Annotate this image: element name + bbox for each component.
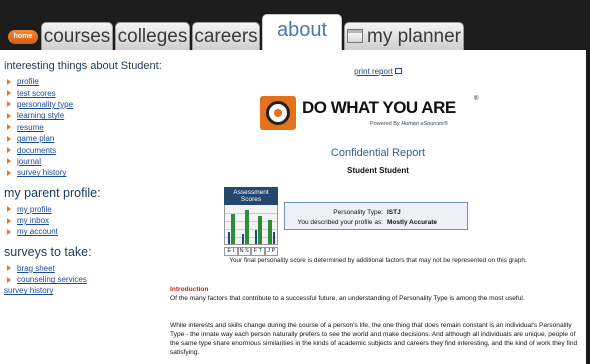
sidebar-link[interactable]: test scores <box>17 89 56 98</box>
sidebar-item-brag-sheet[interactable]: brag sheet <box>4 263 166 274</box>
sidebar-link[interactable]: profile <box>17 77 39 86</box>
introduction-paragraph-1: Of the many factors that contribute to a… <box>170 295 525 302</box>
profile-description-label: You described your profile as: <box>297 219 383 226</box>
profile-description-value: Mostly Accurate <box>387 219 437 226</box>
arrow-right-icon <box>7 135 11 142</box>
sidebar-link[interactable]: survey history <box>17 168 66 177</box>
arrow-right-icon <box>7 124 11 131</box>
pair-label: F T <box>251 247 265 256</box>
arrow-right-icon <box>7 169 11 176</box>
assessment-title: Assessment Scores <box>224 187 278 205</box>
assessment-bar <box>268 220 272 244</box>
sidebar-link[interactable]: my inbox <box>17 216 49 225</box>
tab-courses[interactable]: courses <box>41 22 113 50</box>
arrow-right-icon <box>7 112 11 119</box>
window-edge <box>586 50 590 364</box>
assessment-scores: Assessment Scores E I N S F T J P <box>224 187 278 256</box>
printer-icon[interactable] <box>394 68 402 74</box>
sidebar-section-title-parent: my parent profile: <box>4 185 101 200</box>
personality-type-value: ISTJ <box>387 209 401 216</box>
sidebar-section-title-surveys: surveys to take: <box>4 244 92 259</box>
sidebar-link[interactable]: brag sheet <box>17 264 55 273</box>
pair-label: E I <box>224 247 238 256</box>
tab-my-planner[interactable]: my planner <box>344 22 464 50</box>
pair-label: N S <box>237 247 251 256</box>
sidebar-item-counseling-services[interactable]: counseling services <box>4 274 166 285</box>
assessment-bar <box>228 232 230 244</box>
sidebar-link[interactable]: personality type <box>17 100 73 109</box>
sidebar-item-profile[interactable]: profile <box>4 76 166 87</box>
sidebar-link[interactable]: journal <box>17 157 41 166</box>
tab-about-me[interactable]: about me <box>262 14 342 71</box>
arrow-right-icon <box>7 206 11 213</box>
logo-registered: ® <box>474 96 479 102</box>
top-nav: home courses colleges careers about me m… <box>0 0 590 71</box>
assessment-bar <box>258 216 262 244</box>
assessment-bar <box>231 214 235 244</box>
print-report[interactable]: print report <box>170 67 586 76</box>
arrow-right-icon <box>7 217 11 224</box>
introduction-paragraph-2: While interests and skills change during… <box>170 322 578 356</box>
print-report-link[interactable]: print report <box>354 67 393 76</box>
sidebar-item-learning-style[interactable]: learning style <box>4 110 166 121</box>
arrow-right-icon <box>7 276 11 283</box>
sidebar-item-game-plan[interactable]: game plan <box>4 133 166 144</box>
assessment-bar <box>245 210 249 244</box>
assessment-bar <box>273 232 275 244</box>
assessment-bar <box>242 234 244 244</box>
arrow-right-icon <box>7 265 11 272</box>
assessment-letters: E I N S F T J P <box>224 247 278 256</box>
content-area: interesting things about Student: profil… <box>0 50 590 364</box>
personality-type-label: Personality Type: <box>333 209 383 216</box>
tab-my-planner-label: my planner <box>367 26 461 47</box>
sidebar-item-journal[interactable]: journal <box>4 156 166 167</box>
logo-text: DO WHAT YOU ARE <box>302 98 456 117</box>
sidebar-item-personality-type[interactable]: personality type <box>4 99 166 110</box>
assessment-chart <box>224 205 278 245</box>
sidebar-link[interactable]: resume <box>17 123 44 132</box>
sidebar-item-test-scores[interactable]: test scores <box>4 87 166 98</box>
do-what-you-are-logo: DO WHAT YOU ARE ® Powered By Human eSour… <box>260 94 490 134</box>
sidebar-item-documents[interactable]: documents <box>4 144 166 155</box>
sidebar-link[interactable]: learning style <box>17 111 64 120</box>
sidebar: interesting things about Student: profil… <box>4 60 166 295</box>
student-name: Student Student <box>347 166 409 175</box>
pair-label: J P <box>264 247 278 256</box>
sidebar-item-my-profile[interactable]: my profile <box>4 204 166 215</box>
tab-colleges[interactable]: colleges <box>115 22 190 50</box>
arrow-right-icon <box>7 228 11 235</box>
arrow-right-icon <box>7 158 11 165</box>
report-panel: print report DO WHAT YOU ARE ® Powered B… <box>170 50 586 364</box>
arrow-right-icon <box>7 147 11 154</box>
sidebar-item-survey-history[interactable]: survey history <box>4 167 166 178</box>
assessment-bar <box>255 230 257 244</box>
sidebar-item-resume[interactable]: resume <box>4 122 166 133</box>
logo-powered-by: Powered By Human eSources® <box>370 121 448 127</box>
sidebar-item-my-inbox[interactable]: my inbox <box>4 215 166 226</box>
home-button[interactable]: home <box>8 30 38 44</box>
sidebar-link[interactable]: counseling services <box>17 275 87 284</box>
sidebar-section-title-interesting: interesting things about Student: <box>4 60 162 72</box>
sidebar-link[interactable]: documents <box>17 146 56 155</box>
tab-careers[interactable]: careers <box>192 22 260 50</box>
arrow-right-icon <box>7 101 11 108</box>
final-score-note: Your final personality score is determin… <box>229 257 527 264</box>
arrow-right-icon <box>7 78 11 85</box>
personality-type-box: Personality Type: ISTJ You described you… <box>284 202 468 230</box>
introduction-heading: Introduction <box>170 286 209 293</box>
sidebar-link[interactable]: game plan <box>17 134 54 143</box>
arrow-right-icon <box>7 90 11 97</box>
sidebar-link[interactable]: my account <box>17 227 58 236</box>
logo-badge-icon <box>260 96 296 130</box>
sidebar-link[interactable]: my profile <box>17 205 52 214</box>
report-title: Confidential Report <box>330 147 426 159</box>
survey-history-link[interactable]: survey history <box>4 286 166 295</box>
calendar-icon <box>347 29 363 43</box>
sidebar-item-my-account[interactable]: my account <box>4 226 166 237</box>
